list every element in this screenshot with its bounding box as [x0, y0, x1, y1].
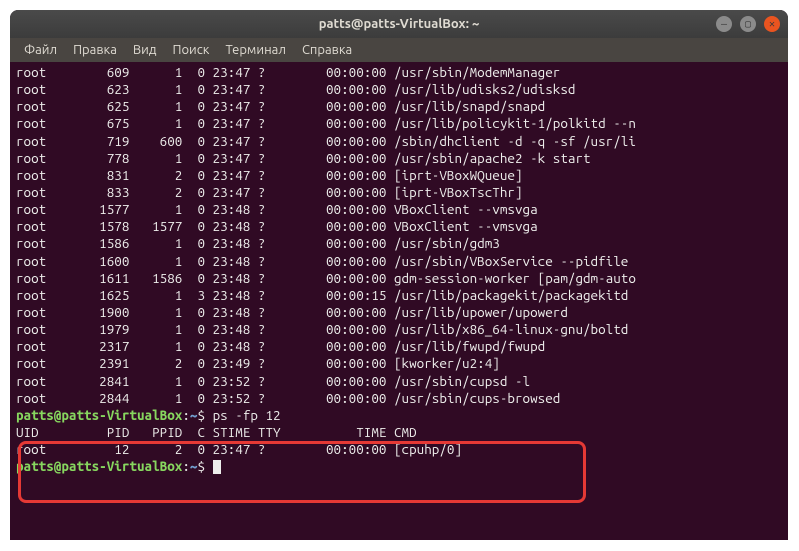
ps-row: root 1578 1577 0 23:48 ? 00:00:00 VBoxCl… [16, 218, 782, 235]
ps-row: root 831 2 0 23:47 ? 00:00:00 [iprt-VBox… [16, 167, 782, 184]
menu-help[interactable]: Справка [294, 41, 360, 59]
minimize-button[interactable]: ‒ [716, 16, 732, 32]
terminal-window: patts@patts-VirtualBox: ~ ‒ ▢ ✕ Файл Пра… [10, 10, 788, 540]
terminal-body[interactable]: root 609 1 0 23:47 ? 00:00:00 /usr/sbin/… [10, 62, 788, 477]
ps-row: root 609 1 0 23:47 ? 00:00:00 /usr/sbin/… [16, 64, 782, 81]
ps-row: root 1625 1 3 23:48 ? 00:00:15 /usr/lib/… [16, 287, 782, 304]
window-title: patts@patts-VirtualBox: ~ [18, 17, 780, 31]
ps-row: root 1577 1 0 23:48 ? 00:00:00 VBoxClien… [16, 201, 782, 218]
menu-file[interactable]: Файл [16, 41, 65, 59]
prompt-line: patts@patts-VirtualBox:~$ ps -fp 12 [16, 407, 782, 424]
ps-row: root 1979 1 0 23:48 ? 00:00:00 /usr/lib/… [16, 321, 782, 338]
ps-row: root 1600 1 0 23:48 ? 00:00:00 /usr/sbin… [16, 253, 782, 270]
window-controls: ‒ ▢ ✕ [716, 16, 780, 32]
cursor [213, 460, 221, 474]
close-button[interactable]: ✕ [764, 16, 780, 32]
prompt-line-active: patts@patts-VirtualBox:~$ [16, 458, 782, 475]
ps-row: root 2844 1 0 23:52 ? 00:00:00 /usr/sbin… [16, 390, 782, 407]
menu-view[interactable]: Вид [125, 41, 165, 59]
maximize-button[interactable]: ▢ [740, 16, 756, 32]
ps-row: root 2317 1 0 23:48 ? 00:00:00 /usr/lib/… [16, 338, 782, 355]
menu-search[interactable]: Поиск [164, 41, 217, 59]
ps-row: root 623 1 0 23:47 ? 00:00:00 /usr/lib/u… [16, 81, 782, 98]
titlebar: patts@patts-VirtualBox: ~ ‒ ▢ ✕ [10, 10, 788, 38]
ps-header: UID PID PPID C STIME TTY TIME CMD [16, 424, 782, 441]
ps-row: root 719 600 0 23:47 ? 00:00:00 /sbin/dh… [16, 133, 782, 150]
ps-row: root 2841 1 0 23:52 ? 00:00:00 /usr/sbin… [16, 373, 782, 390]
ps-row: root 1611 1586 0 23:48 ? 00:00:00 gdm-se… [16, 270, 782, 287]
ps-row: root 1900 1 0 23:48 ? 00:00:00 /usr/lib/… [16, 304, 782, 321]
ps-row: root 625 1 0 23:47 ? 00:00:00 /usr/lib/s… [16, 98, 782, 115]
ps-row: root 2391 2 0 23:49 ? 00:00:00 [kworker/… [16, 355, 782, 372]
ps-row: root 1586 1 0 23:48 ? 00:00:00 /usr/sbin… [16, 235, 782, 252]
menubar: Файл Правка Вид Поиск Терминал Справка [10, 38, 788, 62]
ps-row: root 833 2 0 23:47 ? 00:00:00 [iprt-VBox… [16, 184, 782, 201]
menu-terminal[interactable]: Терминал [217, 41, 293, 59]
ps-result-row: root 12 2 0 23:47 ? 00:00:00 [cpuhp/0] [16, 441, 782, 458]
menu-edit[interactable]: Правка [65, 41, 125, 59]
ps-row: root 778 1 0 23:47 ? 00:00:00 /usr/sbin/… [16, 150, 782, 167]
ps-row: root 675 1 0 23:47 ? 00:00:00 /usr/lib/p… [16, 115, 782, 132]
